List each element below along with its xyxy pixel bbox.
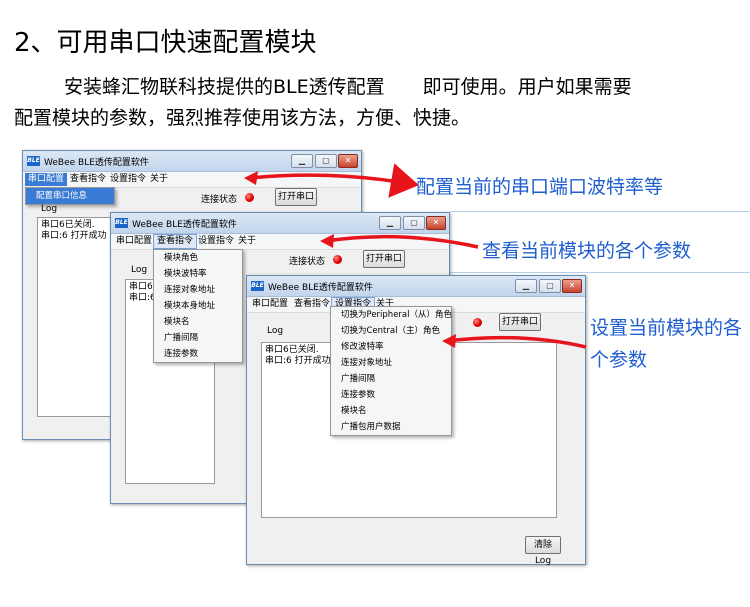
arrowhead: [244, 171, 258, 185]
callout-serial-config: 配置当前的串口端口波特率等: [416, 176, 664, 198]
callout-set-commands-line-2: 个参数: [590, 349, 648, 371]
arrow-to-set-commands: [447, 335, 587, 349]
callout-view-commands: 查看当前模块的各个参数: [482, 240, 692, 262]
arrow-to-serial-config: [249, 163, 419, 198]
callout-set-commands-line-1: 设置当前模块的各: [590, 317, 743, 339]
arrow-to-view-commands: [325, 234, 479, 249]
arrowhead: [320, 234, 334, 248]
callout-arrows: [244, 163, 587, 349]
arrowhead: [442, 334, 456, 348]
